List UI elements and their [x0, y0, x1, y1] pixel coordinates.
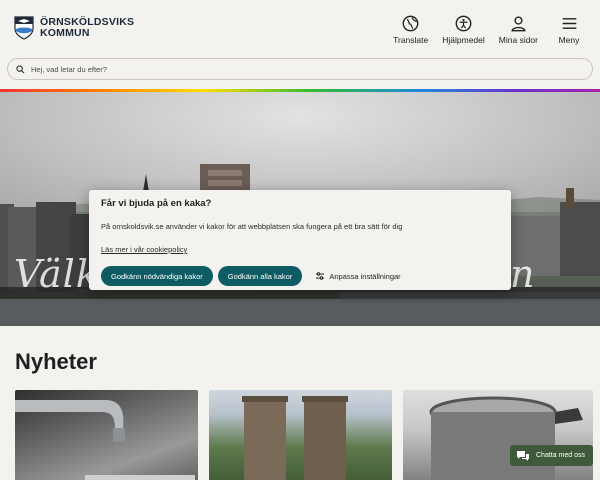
- customize-settings-button[interactable]: Anpassa inställningar: [315, 271, 401, 281]
- cookie-title: Får vi bjuda på en kaka?: [101, 198, 212, 209]
- sliders-icon: [316, 272, 325, 280]
- accept-all-button[interactable]: Godkänn alla kakor: [217, 266, 303, 286]
- chat-label: Chatta med oss: [536, 452, 586, 459]
- cookie-dialog: Får vi bjuda på en kaka? På ornskoldsvik…: [89, 190, 511, 290]
- cookie-policy-link[interactable]: Läs mer i vår cookiepolicy: [101, 245, 187, 254]
- chat-bubbles-icon: [517, 450, 529, 461]
- chat-button[interactable]: Chatta med oss: [510, 445, 593, 466]
- cookie-description: På ornskoldsvik.se använder vi kakor för…: [101, 222, 403, 231]
- cookie-actions: Godkänn nödvändiga kakor Godkänn alla ka…: [101, 266, 499, 286]
- customize-settings-label: Anpassa inställningar: [329, 271, 401, 281]
- accept-necessary-button[interactable]: Godkänn nödvändiga kakor: [101, 266, 213, 286]
